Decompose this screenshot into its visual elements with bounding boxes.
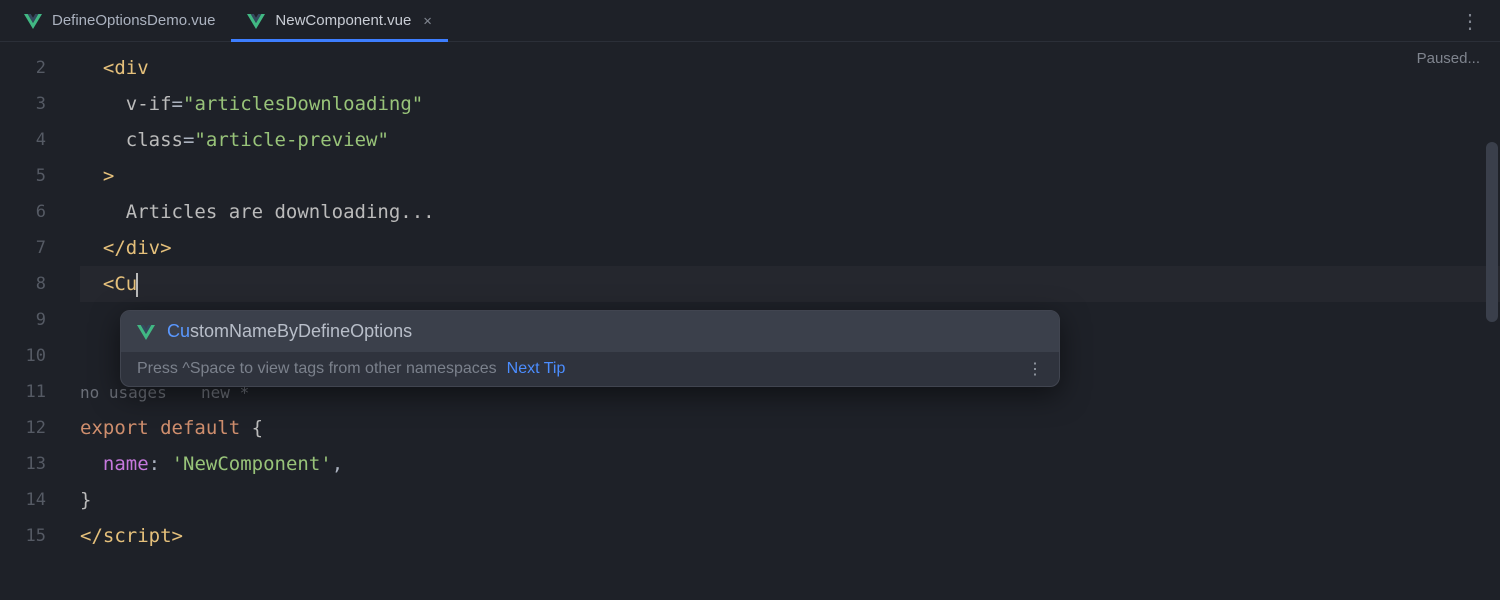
next-tip-link[interactable]: Next Tip (507, 360, 566, 378)
code-line: Articles are downloading... (80, 194, 1500, 230)
autocomplete-footer: Press ^Space to view tags from other nam… (121, 352, 1059, 386)
vue-icon (137, 324, 155, 340)
gutter: 234 567 8910 111213 1415 (0, 42, 80, 600)
code-line: </div> (80, 230, 1500, 266)
tab-new-component[interactable]: NewComponent.vue ✕ (231, 0, 447, 41)
code-line: v-if="articlesDownloading" (80, 86, 1500, 122)
tab-bar: DefineOptionsDemo.vue NewComponent.vue ✕… (0, 0, 1500, 42)
code-line-active: <Cu (80, 266, 1500, 302)
caret (136, 273, 138, 297)
autocomplete-hint: Press ^Space to view tags from other nam… (137, 360, 497, 378)
tab-label: NewComponent.vue (275, 12, 411, 29)
code-line: <div (80, 50, 1500, 86)
vue-icon (24, 13, 42, 29)
autocomplete-label: CustomNameByDefineOptions (167, 321, 412, 342)
code-line: > (80, 158, 1500, 194)
code-line: </script> (80, 518, 1500, 554)
code-line: name: 'NewComponent', (80, 446, 1500, 482)
close-icon[interactable]: ✕ (423, 13, 431, 29)
vue-icon (247, 13, 265, 29)
autocomplete-popup: CustomNameByDefineOptions Press ^Space t… (120, 310, 1060, 387)
tab-define-options[interactable]: DefineOptionsDemo.vue (8, 0, 231, 41)
autocomplete-item[interactable]: CustomNameByDefineOptions (121, 311, 1059, 352)
code-line: } (80, 482, 1500, 518)
scrollbar[interactable] (1486, 142, 1498, 322)
code-line: export default { (80, 410, 1500, 446)
more-icon[interactable]: ⋮ (1460, 19, 1480, 23)
more-icon[interactable]: ⋮ (1027, 359, 1043, 379)
code-line: class="article-preview" (80, 122, 1500, 158)
tab-label: DefineOptionsDemo.vue (52, 12, 215, 29)
